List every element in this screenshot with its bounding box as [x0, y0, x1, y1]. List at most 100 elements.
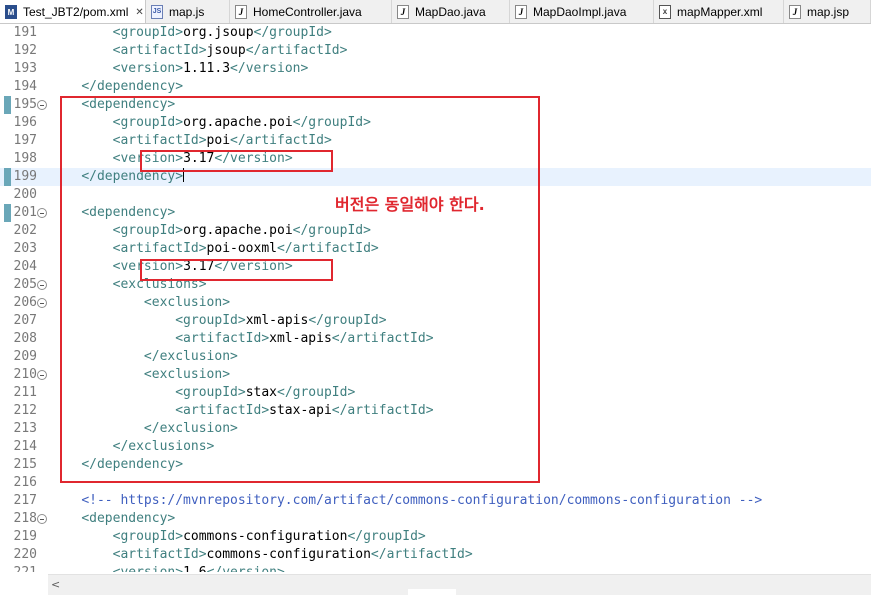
java-file-icon: J — [515, 4, 527, 19]
code-line[interactable]: 221 <version>1.6</version> — [0, 564, 871, 572]
line-number: 207 — [13, 313, 37, 328]
xml-open-tag: <artifactId> — [112, 547, 207, 562]
line-number: 217 — [13, 493, 37, 508]
code-content: <version>1.6</version> — [50, 564, 285, 572]
code-line[interactable]: 219 <groupId>commons-configuration</grou… — [0, 528, 871, 546]
line-number: 193 — [13, 61, 37, 76]
line-number: 196 — [13, 115, 37, 130]
xml-open-tag: <artifactId> — [112, 43, 207, 58]
xml-open-tag: <version> — [113, 565, 183, 572]
tab-map-js[interactable]: JS map.js — [146, 0, 230, 23]
line-number: 202 — [13, 223, 37, 238]
line-number: 203 — [13, 241, 37, 256]
xml-comment: <!-- https://mvnrepository.com/artifact/… — [81, 493, 763, 508]
code-line[interactable]: 218 <dependency> — [0, 510, 871, 528]
code-content: <artifactId>jsoup</artifactId> — [50, 42, 348, 60]
horizontal-scrollbar[interactable]: < — [48, 574, 871, 595]
xml-close-tag: </artifactId> — [245, 43, 348, 58]
fold-toggle-icon[interactable] — [37, 208, 47, 218]
tab-label: mapMapper.xml — [677, 4, 763, 19]
xml-open-tag: <groupId> — [112, 529, 184, 544]
xml-text-value: commons-configuration — [183, 529, 348, 544]
line-number: 206 — [13, 295, 37, 310]
line-number: 195 — [13, 97, 37, 112]
code-line[interactable]: 192 <artifactId>jsoup</artifactId> — [0, 42, 871, 60]
xml-close-tag: </artifactId> — [370, 547, 473, 562]
tab-label: MapDao.java — [415, 4, 486, 19]
tab-label: Test_JBT2/pom.xml — [23, 5, 129, 19]
code-content: <version>1.11.3</version> — [50, 60, 309, 78]
xml-close-tag: </version> — [207, 565, 285, 572]
code-content: <!-- https://mvnrepository.com/artifact/… — [50, 492, 762, 510]
line-number: 212 — [13, 403, 37, 418]
tab-map-jsp[interactable]: Jmap.jsp — [784, 0, 871, 23]
xml-close-tag: </groupId> — [253, 25, 332, 40]
xml-text-value: 1.11.3 — [183, 61, 231, 76]
line-number: 199 — [13, 169, 37, 184]
line-number: 200 — [13, 187, 37, 202]
xml-text-value: 1.6 — [183, 565, 206, 572]
line-number: 194 — [13, 79, 37, 94]
fold-toggle-icon[interactable] — [37, 514, 47, 524]
jsp-file-icon: J — [789, 4, 801, 19]
line-number: 197 — [13, 133, 37, 148]
fold-toggle-icon[interactable] — [37, 298, 47, 308]
tab-mapdao-java[interactable]: J MapDao.java — [392, 0, 510, 23]
line-number: 210 — [13, 367, 37, 382]
line-number: 208 — [13, 331, 37, 346]
line-number: 198 — [13, 151, 37, 166]
code-line[interactable]: 217 <!-- https://mvnrepository.com/artif… — [0, 492, 871, 510]
close-tab-icon[interactable]: ✕ — [135, 7, 143, 18]
line-number: 205 — [13, 277, 37, 292]
xml-open-tag: <version> — [112, 61, 184, 76]
code-content: <groupId>commons-configuration</groupId> — [50, 528, 426, 546]
java-file-icon: J — [397, 4, 409, 19]
xml-close-tag: </groupId> — [347, 529, 426, 544]
xml-close-tag: </version> — [230, 61, 309, 76]
tab-test-jbt2-pom-xml[interactable]: M Test_JBT2/pom.xml ✕ — [0, 0, 146, 23]
tab-label: MapDaoImpl.java — [533, 4, 627, 19]
line-number: 211 — [13, 385, 37, 400]
version-highlight-box-poi-ooxml — [140, 259, 333, 281]
line-number: 218 — [13, 511, 37, 526]
js-file-icon: JS — [151, 4, 163, 19]
xml-file-icon: x — [659, 4, 671, 19]
tab-label: map.jsp — [807, 4, 850, 19]
version-highlight-box-poi — [140, 150, 333, 172]
scroll-left-icon[interactable]: < — [51, 578, 60, 591]
code-line[interactable]: 191 <groupId>org.jsoup</groupId> — [0, 24, 871, 42]
line-number: 213 — [13, 421, 37, 436]
code-line[interactable]: 220 <artifactId>commons-configuration</a… — [0, 546, 871, 564]
scrollbar-thumb[interactable] — [408, 589, 456, 595]
tab-label: HomeController.java — [253, 4, 362, 19]
fold-toggle-icon[interactable] — [37, 100, 47, 110]
xml-text-value: org.jsoup — [183, 25, 254, 40]
editor-tab-bar: M Test_JBT2/pom.xml ✕ JS map.js J HomeControll… — [0, 0, 871, 24]
line-number: 215 — [13, 457, 37, 472]
line-number: 214 — [13, 439, 37, 454]
line-number: 191 — [13, 25, 37, 40]
fold-toggle-icon[interactable] — [37, 280, 47, 290]
line-number: 221 — [0, 564, 37, 572]
line-number: 201 — [13, 205, 37, 220]
code-line[interactable]: 193 <version>1.11.3</version> — [0, 60, 871, 78]
tab-mapdaoimpl-java[interactable]: J MapDaoImpl.java — [510, 0, 654, 23]
code-content: <dependency> — [50, 510, 175, 528]
line-number: 204 — [13, 259, 37, 274]
tab-label: map.js — [169, 4, 205, 19]
fold-toggle-icon[interactable] — [37, 370, 47, 380]
line-number: 216 — [13, 475, 37, 490]
code-content: </dependency> — [50, 78, 183, 96]
maven-xml-file-icon: M — [5, 5, 17, 19]
line-number: 219 — [13, 529, 37, 544]
code-content: <artifactId>commons-configuration</artif… — [50, 546, 473, 564]
tab-mapmapper-xml[interactable]: x mapMapper.xml — [654, 0, 784, 23]
tab-homecontroller-java[interactable]: J HomeController.java — [230, 0, 392, 23]
code-content: <groupId>org.jsoup</groupId> — [50, 24, 332, 42]
xml-close-tag: </dependency> — [81, 79, 184, 94]
line-number: 220 — [13, 547, 37, 562]
xml-text-value: commons-configuration — [206, 547, 371, 562]
xml-open-tag: <dependency> — [81, 511, 176, 526]
java-file-icon: J — [235, 4, 247, 19]
code-line[interactable]: 194 </dependency> — [0, 78, 871, 96]
